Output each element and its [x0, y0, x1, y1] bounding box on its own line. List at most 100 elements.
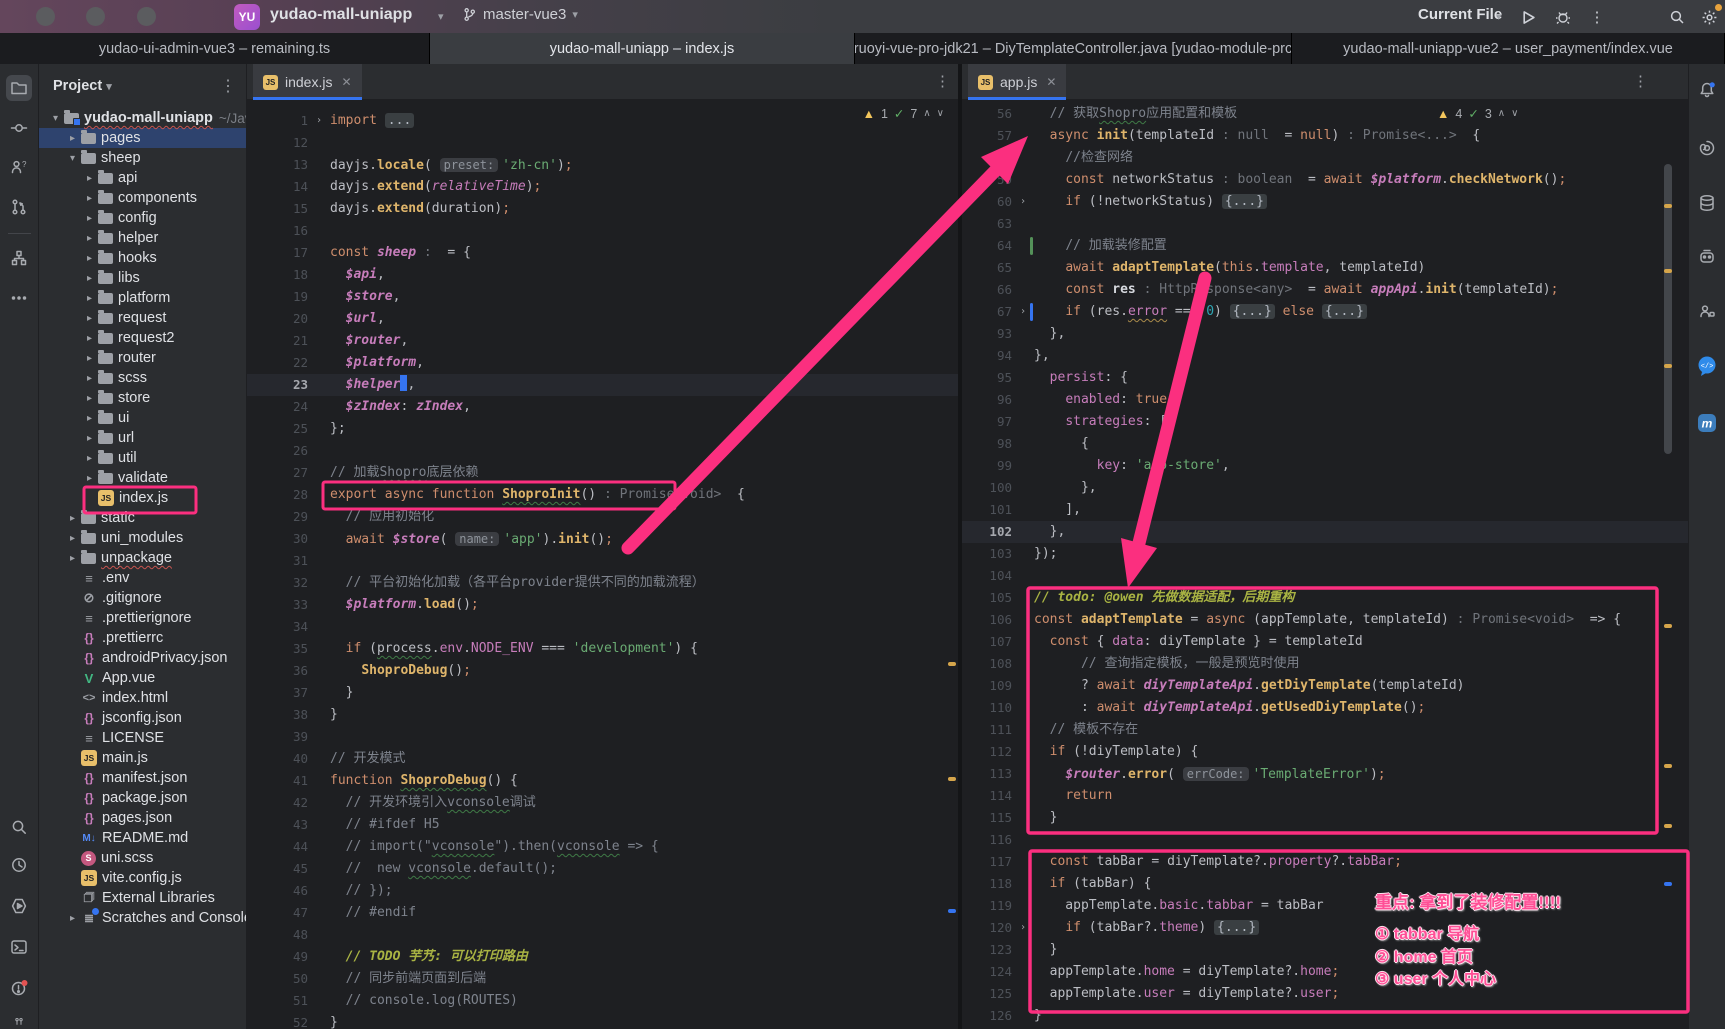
expand-chevron-icon[interactable]: ▸: [81, 473, 98, 484]
expand-chevron-icon[interactable]: ▸: [81, 453, 98, 464]
code-line-94[interactable]: 94},: [962, 345, 1688, 367]
structure-icon[interactable]: [6, 245, 32, 271]
code-line-60[interactable]: 60› if (!networkStatus) {...}: [962, 191, 1688, 213]
tree-item-pages[interactable]: ▸pages: [39, 128, 246, 148]
pull-requests-icon[interactable]: [6, 194, 32, 220]
expand-chevron-icon[interactable]: ▸: [81, 253, 98, 264]
contact-icon[interactable]: [1694, 298, 1720, 324]
code-line-101[interactable]: 101 ],: [962, 499, 1688, 521]
code-line-43[interactable]: 43 // #ifdef H5: [247, 814, 958, 836]
code-line-52[interactable]: 52}: [247, 1012, 958, 1029]
code-line-120[interactable]: 120› if (tabBar?.theme) {...}: [962, 917, 1688, 939]
tree-item-unpackage[interactable]: ▸unpackage: [39, 548, 246, 568]
window-tab-3[interactable]: yudao-mall-uniapp-vue2 – user_payment/in…: [1292, 33, 1725, 64]
code-line-100[interactable]: 100 },: [962, 477, 1688, 499]
tree-item-main.js[interactable]: JSmain.js: [39, 748, 246, 768]
code-line-18[interactable]: 18 $api,: [247, 264, 958, 286]
code-line-97[interactable]: 97 strategies: [: [962, 411, 1688, 433]
code-line-108[interactable]: 108 // 查询指定模板，一般是预览时使用: [962, 653, 1688, 675]
code-line-115[interactable]: 115 }: [962, 807, 1688, 829]
tree-item-externallibraries[interactable]: 🗇External Libraries: [39, 888, 246, 908]
tree-item-config[interactable]: ▸config: [39, 208, 246, 228]
tree-item-store[interactable]: ▸store: [39, 388, 246, 408]
tree-item-index.js[interactable]: JSindex.js: [39, 488, 246, 508]
branch-button[interactable]: master-vue3 ▾: [462, 6, 578, 23]
code-line-113[interactable]: 113 $router.error( errCode:'TemplateErro…: [962, 763, 1688, 785]
tree-item-api[interactable]: ▸api: [39, 168, 246, 188]
tree-item-sheep[interactable]: ▾sheep: [39, 148, 246, 168]
code-line-39[interactable]: 39: [247, 726, 958, 748]
tree-item-app.vue[interactable]: VApp.vue: [39, 668, 246, 688]
code-line-42[interactable]: 42 // 开发环境引入vconsole调试: [247, 792, 958, 814]
editor-left-pane[interactable]: JS index.js ✕ ⋮ ▲1 ✓7 ∧ ∨ 1›import ...12…: [247, 64, 958, 1029]
expand-chevron-icon[interactable]: ▸: [81, 233, 98, 244]
code-line-49[interactable]: 49 // TODO 芋艿: 可以打印路由: [247, 946, 958, 968]
code-line-24[interactable]: 24 $zIndex: zIndex,: [247, 396, 958, 418]
collaboration-icon[interactable]: ?: [6, 154, 32, 180]
code-line-99[interactable]: 99 key: 'app-store',: [962, 455, 1688, 477]
code-editor-indexjs[interactable]: 1›import ...1213dayjs.locale( preset:'zh…: [247, 100, 958, 1029]
code-editor-appjs[interactable]: 56 // 获取Shopro应用配置和模板57 async init(templ…: [962, 100, 1688, 1029]
code-line-58[interactable]: 58 //检查网络: [962, 147, 1688, 169]
expand-chevron-icon[interactable]: ▸: [81, 333, 98, 344]
tree-item-scss[interactable]: ▸scss: [39, 368, 246, 388]
tree-item-helper[interactable]: ▸helper: [39, 228, 246, 248]
code-line-105[interactable]: 105// todo: @owen 先做数据适配，后期重构: [962, 587, 1688, 609]
code-line-32[interactable]: 32 // 平台初始化加载（各平台provider提供不同的加载流程）: [247, 572, 958, 594]
code-line-47[interactable]: 47 // #endif: [247, 902, 958, 924]
editor-tab-indexjs[interactable]: JS index.js ✕: [253, 64, 362, 100]
tree-item-.env[interactable]: ≡.env: [39, 568, 246, 588]
expand-chevron-icon[interactable]: ▸: [64, 913, 81, 924]
code-line-65[interactable]: 65 await adaptTemplate(this.template, te…: [962, 257, 1688, 279]
code-line-38[interactable]: 38}: [247, 704, 958, 726]
code-line-117[interactable]: 117 const tabBar = diyTemplate?.property…: [962, 851, 1688, 873]
code-line-48[interactable]: 48: [247, 924, 958, 946]
fold-arrow-icon[interactable]: ›: [1012, 917, 1034, 939]
notifications-bell-icon[interactable]: [1694, 77, 1720, 103]
problems-icon[interactable]: [6, 975, 32, 1001]
tree-item-static[interactable]: ▸static: [39, 508, 246, 528]
expand-chevron-icon[interactable]: ▸: [64, 513, 81, 524]
traffic-light-close[interactable]: [36, 7, 55, 26]
code-line-111[interactable]: 111 // 模板不存在: [962, 719, 1688, 741]
code-line-40[interactable]: 40// 开发模式: [247, 748, 958, 770]
code-line-25[interactable]: 25};: [247, 418, 958, 440]
codegeex-chat-icon[interactable]: </>: [1694, 353, 1720, 379]
tree-item-libs[interactable]: ▸libs: [39, 268, 246, 288]
code-line-13[interactable]: 13dayjs.locale( preset:'zh-cn');: [247, 154, 958, 176]
window-tab-1[interactable]: yudao-mall-uniapp – index.js: [430, 33, 855, 64]
settings-gear-icon[interactable]: [1697, 5, 1721, 29]
tree-item-ui[interactable]: ▸ui: [39, 408, 246, 428]
expand-chevron-icon[interactable]: ▸: [81, 373, 98, 384]
editor-right-pane[interactable]: JS app.js ✕ ⋮ ▲4 ✓3 ∧ ∨ 56 // 获取Shopro应用…: [962, 64, 1688, 1029]
code-line-30[interactable]: 30 await $store( name:'app').init();: [247, 528, 958, 550]
mermaid-icon[interactable]: m: [1694, 410, 1720, 436]
tree-item-components[interactable]: ▸components: [39, 188, 246, 208]
expand-chevron-icon[interactable]: ▸: [81, 393, 98, 404]
commit-icon[interactable]: [6, 115, 32, 141]
tree-item-scratchesandconsoles[interactable]: ▸≣Scratches and Consoles: [39, 908, 246, 928]
code-line-29[interactable]: 29 // 应用初始化: [247, 506, 958, 528]
code-line-16[interactable]: 16: [247, 220, 958, 242]
code-line-27[interactable]: 27// 加载Shopro底层依赖: [247, 462, 958, 484]
tree-item-util[interactable]: ▸util: [39, 448, 246, 468]
code-line-22[interactable]: 22 $platform,: [247, 352, 958, 374]
code-line-1[interactable]: 1›import ...: [247, 110, 958, 132]
tree-item-hooks[interactable]: ▸hooks: [39, 248, 246, 268]
debug-icon[interactable]: [1551, 5, 1575, 29]
code-line-66[interactable]: 66 const res : HttpResponse<any> = await…: [962, 279, 1688, 301]
expand-chevron-icon[interactable]: ▸: [64, 533, 81, 544]
code-line-119[interactable]: 119 appTemplate.basic.tabbar = tabBar: [962, 895, 1688, 917]
project-panel-header[interactable]: Project ▾: [53, 78, 112, 94]
expand-chevron-icon[interactable]: ▾: [64, 153, 81, 164]
code-line-33[interactable]: 33 $platform.load();: [247, 594, 958, 616]
close-icon[interactable]: ✕: [341, 75, 351, 89]
expand-chevron-icon[interactable]: ▸: [81, 273, 98, 284]
expand-chevron-icon[interactable]: ▸: [81, 413, 98, 424]
code-line-20[interactable]: 20 $url,: [247, 308, 958, 330]
window-tab-0[interactable]: yudao-ui-admin-vue3 – remaining.ts: [0, 33, 430, 64]
run-configuration-selector[interactable]: Current File: [1418, 6, 1502, 23]
tab-list-more-icon[interactable]: ⋮: [935, 72, 950, 90]
more-icon[interactable]: [6, 285, 32, 311]
expand-chevron-icon[interactable]: ▸: [81, 353, 98, 364]
